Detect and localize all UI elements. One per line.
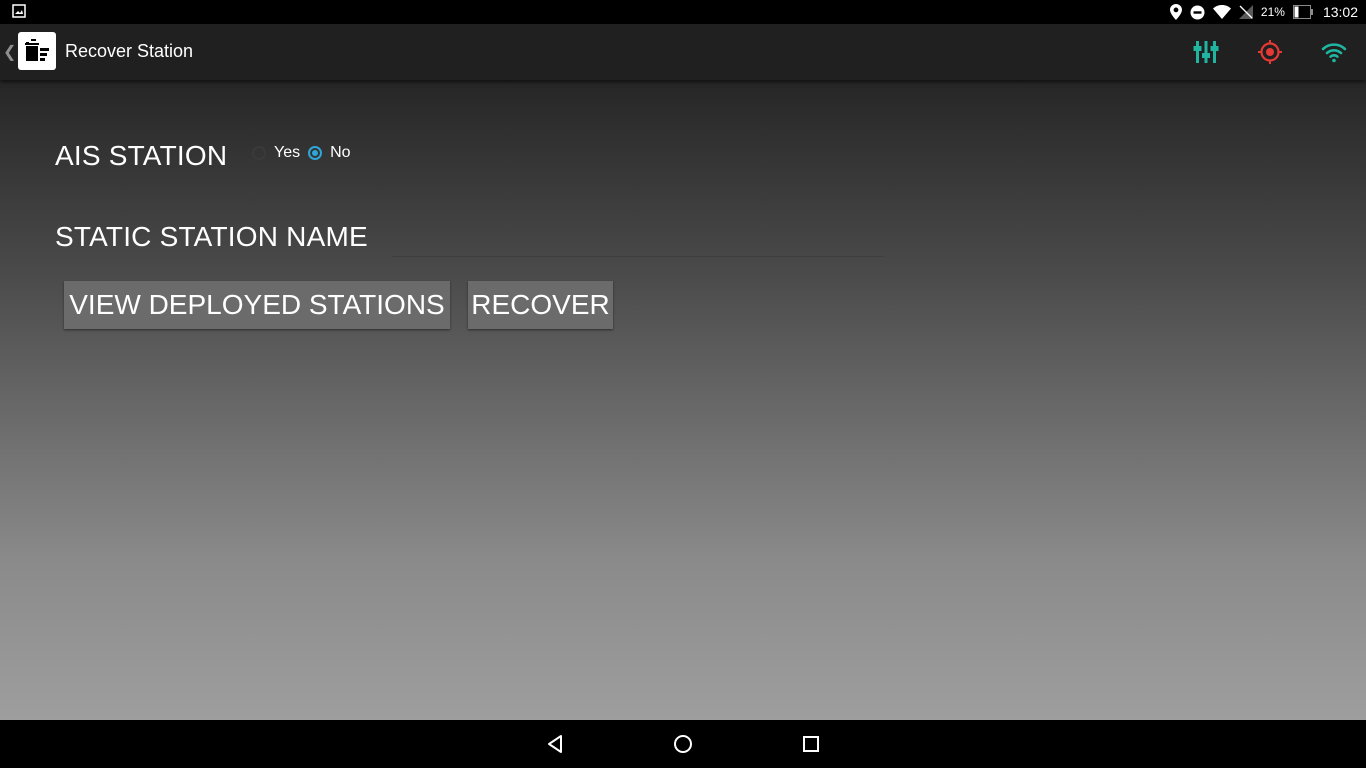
ais-station-radio-group: Yes No bbox=[252, 142, 359, 164]
wifi-icon bbox=[1212, 5, 1231, 19]
radio-no[interactable]: No bbox=[308, 144, 351, 162]
location-icon bbox=[1169, 4, 1182, 20]
image-icon bbox=[12, 4, 26, 23]
back-icon[interactable] bbox=[543, 732, 567, 756]
page-title: Recover Station bbox=[65, 41, 194, 61]
home-icon[interactable] bbox=[671, 732, 695, 756]
recents-icon[interactable] bbox=[799, 732, 823, 756]
radio-yes-label[interactable]: Yes bbox=[274, 144, 300, 162]
battery-percent: 21% bbox=[1260, 5, 1285, 19]
navigation-bar bbox=[0, 720, 1366, 768]
up-navigation-icon[interactable]: ❮ bbox=[3, 42, 16, 62]
battery-icon bbox=[1292, 5, 1313, 19]
recover-button[interactable]: RECOVER bbox=[468, 281, 613, 329]
recover-station-app-icon[interactable] bbox=[18, 32, 56, 70]
no-signal-icon bbox=[1238, 5, 1253, 19]
radio-yes-circle[interactable] bbox=[252, 146, 266, 160]
static-station-name-input[interactable] bbox=[392, 220, 884, 257]
radio-no-label[interactable]: No bbox=[330, 144, 350, 162]
ais-station-label: AIS STATION bbox=[55, 140, 228, 171]
action-bar: ❮ Recover Station bbox=[0, 24, 1366, 80]
wifi-icon[interactable] bbox=[1320, 38, 1348, 66]
static-station-name-label: STATIC STATION NAME bbox=[55, 221, 368, 252]
clock: 13:02 bbox=[1322, 4, 1358, 20]
status-bar: 21% 13:02 bbox=[0, 0, 1366, 24]
radio-no-circle[interactable] bbox=[308, 146, 323, 160]
view-deployed-stations-button[interactable]: VIEW DEPLOYED STATIONS bbox=[64, 281, 450, 329]
content-area: AIS STATION Yes No STATIC STATION NAME V… bbox=[0, 80, 1366, 720]
radio-yes[interactable]: Yes bbox=[252, 144, 300, 162]
gps-target-icon[interactable] bbox=[1256, 38, 1284, 66]
do-not-disturb-icon bbox=[1190, 5, 1205, 20]
equalizer-icon[interactable] bbox=[1192, 38, 1220, 66]
